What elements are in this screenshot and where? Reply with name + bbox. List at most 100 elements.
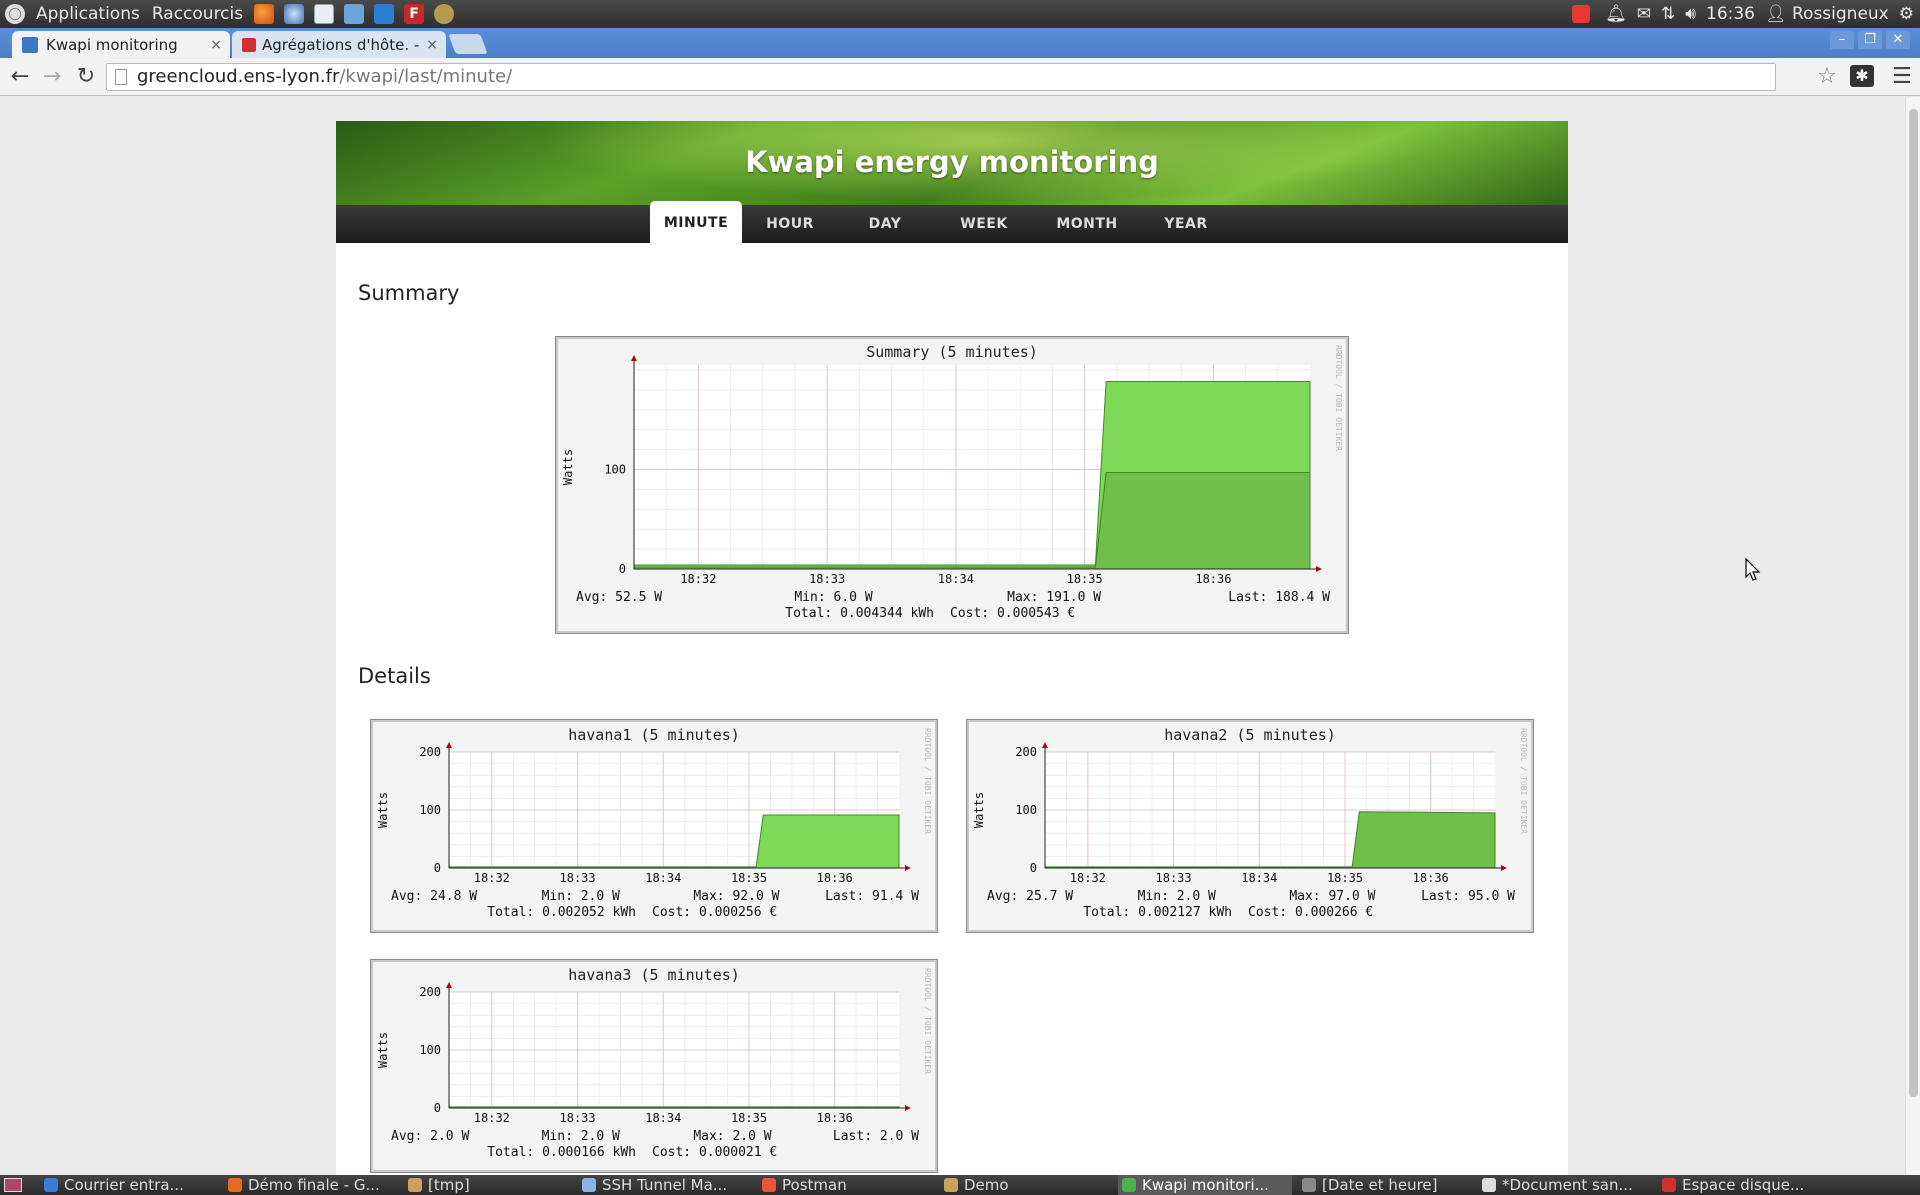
teamviewer-icon[interactable] [374, 4, 395, 24]
close-tab-icon[interactable]: × [210, 37, 222, 53]
taskbar-item-label: Kwapi monitori... [1142, 1176, 1269, 1194]
address-bar[interactable]: greencloud.ens-lyon.fr/kwapi/last/minute… [106, 63, 1776, 91]
close-tab-icon[interactable]: × [426, 37, 438, 53]
taskbar-item[interactable]: [tmp] [404, 1175, 572, 1195]
minimize-window-button[interactable]: – [1830, 31, 1854, 49]
taskbar-item[interactable]: Kwapi monitori... [1118, 1175, 1292, 1195]
menu-month[interactable]: MONTH [1042, 205, 1132, 243]
menu-minute[interactable]: MINUTE [650, 201, 742, 243]
clock[interactable]: 16:36 [1706, 4, 1755, 24]
x-tick-label: 18:36 [1413, 871, 1449, 885]
summary-graph[interactable]: 18:32 18:33 18:34 18:35 18:36 0 100 Summary (5 … [555, 336, 1349, 634]
vertical-scrollbar[interactable] [1905, 97, 1920, 1175]
show-desktop-icon[interactable] [4, 1178, 22, 1192]
x-tick-label: 18:32 [474, 1111, 510, 1125]
menu-hour[interactable]: HOUR [750, 205, 830, 243]
taskbar-item-label: Démo finale - G... [248, 1176, 380, 1194]
details-heading: Details [358, 664, 431, 688]
text-editor-icon[interactable] [314, 4, 335, 24]
taskbar-item[interactable]: *Document san... [1478, 1175, 1652, 1195]
thunderbird-icon[interactable] [284, 4, 305, 24]
stat-avg: Avg: 25.7 W [987, 889, 1073, 904]
stat-total: Total: 0.000166 kWh [487, 1145, 636, 1160]
ubuntu-logo-icon[interactable] [5, 4, 25, 24]
x-tick-label: 18:32 [680, 572, 716, 586]
page-viewport: Kwapi energy monitoring MINUTE HOUR DAY … [0, 97, 1905, 1175]
maximize-window-button[interactable]: ❐ [1858, 31, 1882, 49]
stat-last: Last: 2.0 W [833, 1129, 919, 1144]
taskbar-item-label: [tmp] [428, 1176, 470, 1194]
stat-avg: Avg: 2.0 W [391, 1129, 469, 1144]
bookmark-star-icon[interactable]: ☆ [1815, 65, 1839, 89]
new-tab-button[interactable] [448, 34, 488, 54]
taskbar-app-icon [582, 1178, 596, 1192]
x-tick-label: 18:33 [809, 572, 845, 586]
mouse-cursor-icon [1745, 558, 1761, 581]
taskbar-item[interactable]: SSH Tunnel Ma... [578, 1175, 752, 1195]
taskbar-app-icon [44, 1178, 58, 1192]
x-tick-label: 18:36 [817, 871, 853, 885]
chart-title: havana1 (5 minutes) [568, 726, 740, 744]
taskbar-item[interactable]: Démo finale - G... [224, 1175, 398, 1195]
notification-bell-icon[interactable]: 🔔︎ [1605, 4, 1627, 24]
network-icon[interactable]: ⇅ [1661, 4, 1675, 24]
havana3-graph[interactable]: 18:32 18:33 18:34 18:35 18:36 0 100 200 havana3 … [370, 959, 938, 1173]
mail-icon[interactable]: ✉ [1637, 4, 1651, 24]
menu-day[interactable]: DAY [850, 205, 920, 243]
x-tick-label: 18:34 [645, 871, 681, 885]
x-axis-arrow-icon [1501, 865, 1507, 871]
taskbar-item[interactable]: [Date et heure] [1298, 1175, 1472, 1195]
taskbar-item-label: Postman [782, 1176, 847, 1194]
x-axis-arrow-icon [1316, 566, 1322, 572]
stat-last: Last: 188.4 W [1228, 590, 1330, 605]
tab-kwapi-monitoring[interactable]: Kwapi monitoring × [12, 31, 230, 58]
tool-icon[interactable] [434, 4, 455, 24]
taskbar-item[interactable]: Courrier entra... [40, 1175, 218, 1195]
forward-arrow-icon[interactable]: → [40, 65, 64, 89]
stat-total: Total: 0.004344 kWh [785, 606, 934, 621]
record-indicator-icon[interactable] [1572, 5, 1591, 23]
chart-title: havana2 (5 minutes) [1164, 726, 1336, 744]
y-axis-arrow-icon [631, 355, 637, 361]
taskbar-item[interactable]: Demo [940, 1175, 1112, 1195]
menu-week[interactable]: WEEK [944, 205, 1024, 243]
rrdtool-watermark: RRDTOOL / TOBI OETIKER [1334, 345, 1343, 451]
extension-icon[interactable]: ✱ [1850, 65, 1874, 87]
shortcuts-menu[interactable]: Raccourcis [146, 4, 249, 24]
stat-cost: Cost: 0.000543 € [950, 606, 1075, 621]
taskbar-item-label: SSH Tunnel Ma... [602, 1176, 728, 1194]
kwapi-favicon-icon [22, 36, 38, 53]
taskbar-item[interactable]: Espace disque... [1658, 1175, 1890, 1195]
reload-icon[interactable]: ↻ [74, 65, 98, 89]
y-tick-label: 100 [419, 1043, 441, 1057]
stat-min: Min: 2.0 W [542, 1129, 620, 1144]
scrollbar-thumb[interactable] [1909, 109, 1918, 1097]
y-axis-arrow-icon [446, 742, 452, 748]
taskbar-item[interactable]: Postman [758, 1175, 934, 1195]
havana2-graph[interactable]: 18:32 18:33 18:34 18:35 18:36 0 100 200 havana2 … [966, 719, 1534, 933]
user-menu[interactable]: 👤︎ Rossigneux [1765, 4, 1889, 24]
browser-tab-strip: Kwapi monitoring × Agrégations d'hôte. -… [0, 28, 1920, 58]
stat-cost: Cost: 0.000266 € [1248, 905, 1373, 920]
tab-aggregations[interactable]: Agrégations d'hôte. - × [232, 31, 446, 58]
settings-gear-icon[interactable]: ⚙ [1899, 4, 1914, 24]
x-tick-label: 18:33 [560, 1111, 596, 1125]
menu-year[interactable]: YEAR [1146, 205, 1226, 243]
applications-menu[interactable]: Applications [30, 4, 146, 24]
taskbar-item-label: Espace disque... [1682, 1176, 1805, 1194]
x-tick-label: 18:34 [938, 572, 974, 586]
y-tick-label: 0 [434, 1101, 441, 1115]
back-arrow-icon[interactable]: ← [8, 65, 32, 89]
filezilla-icon[interactable]: F [404, 4, 425, 24]
taskbar-app-icon [1482, 1178, 1496, 1192]
close-window-button[interactable]: ✕ [1886, 31, 1910, 49]
screenshot-icon[interactable] [344, 4, 365, 24]
menu-icon[interactable]: ☰ [1890, 65, 1914, 89]
tab-label: Agrégations d'hôte. - [262, 35, 420, 54]
taskbar-app-icon [944, 1178, 958, 1192]
summary-heading: Summary [358, 281, 460, 305]
stat-avg: Avg: 52.5 W [576, 590, 662, 605]
havana1-graph[interactable]: 18:32 18:33 18:34 18:35 18:36 0 100 200 havana1 … [370, 719, 938, 933]
firefox-icon[interactable] [254, 4, 275, 24]
volume-icon[interactable]: 🔊︎ [1685, 4, 1696, 24]
